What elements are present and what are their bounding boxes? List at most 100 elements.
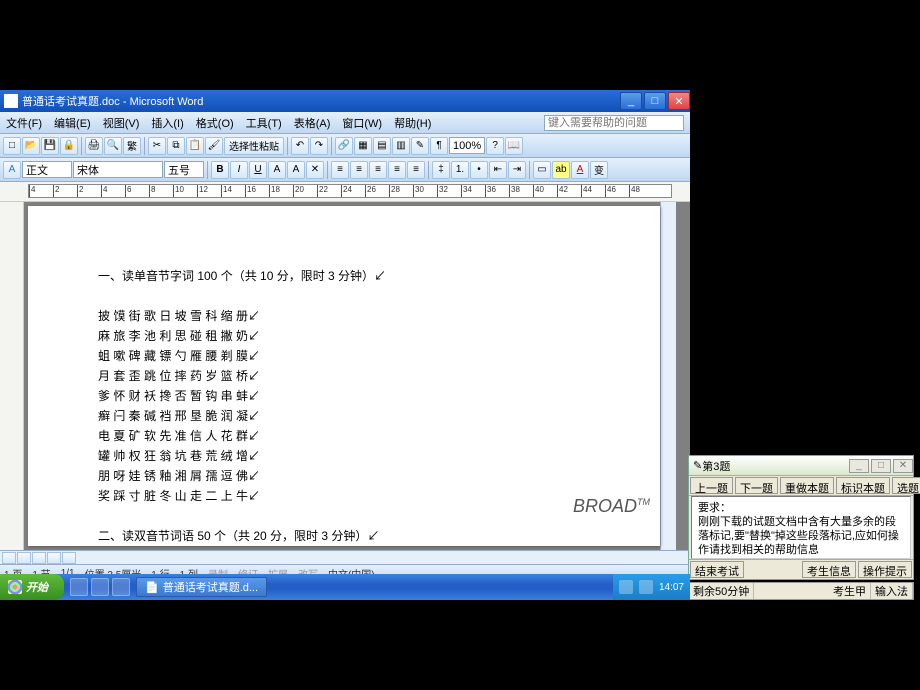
text-line: 爹 怀 财 袄 搀 否 暂 钩 串 蚌↙ — [98, 386, 640, 406]
exam-body: 要求： 刚刚下载的试题文档中含有大量多余的段落标记,要"替换"掉这些段落标记,应… — [691, 496, 911, 559]
paste-icon[interactable]: 📋 — [186, 137, 204, 155]
bullets-icon[interactable]: • — [470, 161, 488, 179]
read-mode-icon[interactable]: 📖 — [505, 137, 523, 155]
standard-toolbar: □ 📂 💾 🔒 🖨 🔍 繁 ✂ ⧉ 📋 🖌 选择性粘贴 ↶ ↷ 🔗 ▦ ▤ ▥ … — [0, 134, 690, 158]
menu-window[interactable]: 窗口(W) — [336, 115, 388, 131]
zoom-combo[interactable]: 100% — [449, 137, 485, 154]
indent-icon[interactable]: ⇥ — [508, 161, 526, 179]
maximize-button[interactable]: □ — [644, 92, 666, 110]
tab-mark[interactable]: 标识本题 — [836, 477, 890, 494]
italic-icon[interactable]: I — [230, 161, 248, 179]
normal-view-icon[interactable] — [2, 552, 16, 564]
ime-label[interactable]: 输入法 — [871, 583, 913, 599]
text-line: 奖 踩 寸 脏 冬 山 走 二 上 牛↙ — [98, 486, 640, 506]
align-left-icon[interactable]: ≡ — [331, 161, 349, 179]
style-combo[interactable]: 正文 — [22, 161, 72, 178]
task-doc-icon: 📄 — [145, 581, 159, 594]
vertical-scrollbar[interactable] — [660, 202, 676, 550]
exam-maximize-button[interactable]: □ — [871, 459, 891, 473]
columns-icon[interactable]: ▥ — [392, 137, 410, 155]
tab-redo[interactable]: 重做本题 — [780, 477, 834, 494]
print-view-icon[interactable] — [32, 552, 46, 564]
outline-view-icon[interactable] — [47, 552, 61, 564]
menu-view[interactable]: 视图(V) — [97, 115, 146, 131]
hyperlink-icon[interactable]: 🔗 — [335, 137, 353, 155]
vertical-ruler[interactable] — [0, 202, 24, 550]
web-view-icon[interactable] — [17, 552, 31, 564]
menu-file[interactable]: 文件(F) — [0, 115, 48, 131]
menu-edit[interactable]: 编辑(E) — [48, 115, 97, 131]
insert-table-icon[interactable]: ▤ — [373, 137, 391, 155]
print-icon[interactable]: 🖨 — [85, 137, 103, 155]
cut-icon[interactable]: ✂ — [148, 137, 166, 155]
menu-tools[interactable]: 工具(T) — [240, 115, 288, 131]
copy-icon[interactable]: ⧉ — [167, 137, 185, 155]
outline-icon[interactable]: A — [268, 161, 286, 179]
font-color-icon[interactable]: A — [571, 161, 589, 179]
outdent-icon[interactable]: ⇤ — [489, 161, 507, 179]
new-doc-icon[interactable]: □ — [3, 137, 21, 155]
help-search-input[interactable] — [544, 115, 684, 131]
taskbar-word-task[interactable]: 📄 普通话考试真题.d... — [136, 577, 267, 597]
styles-pane-icon[interactable]: A — [3, 161, 21, 179]
tab-prev[interactable]: 上一题 — [690, 477, 733, 494]
text-line: 电 夏 矿 软 先 准 信 人 花 群↙ — [98, 426, 640, 446]
exam-minimize-button[interactable]: _ — [849, 459, 869, 473]
text-line: 月 套 歪 跳 位 摔 药 岁 篮 桥↙ — [98, 366, 640, 386]
format-painter-icon[interactable]: 🖌 — [205, 137, 223, 155]
menu-table[interactable]: 表格(A) — [288, 115, 337, 131]
phonetic-icon[interactable]: 变 — [590, 161, 608, 179]
line-spacing-icon[interactable]: ‡ — [432, 161, 450, 179]
word-icon[interactable] — [112, 578, 130, 596]
align-justify-icon[interactable]: ≡ — [388, 161, 406, 179]
distribute-icon[interactable]: ≡ — [407, 161, 425, 179]
drawing-icon[interactable]: ✎ — [411, 137, 429, 155]
document-page[interactable]: 一、读单音节字词 100 个（共 10 分，限时 3 分钟）↙ 披 馍 街 歌 … — [28, 206, 660, 546]
save-icon[interactable]: 💾 — [41, 137, 59, 155]
end-exam-button[interactable]: 结束考试 — [690, 561, 744, 578]
highlight-icon[interactable]: ab — [552, 161, 570, 179]
strike-icon[interactable]: ✕ — [306, 161, 324, 179]
paste-special-button[interactable]: 选择性粘贴 — [224, 137, 284, 155]
menu-insert[interactable]: 插入(I) — [145, 115, 189, 131]
bold-icon[interactable]: B — [211, 161, 229, 179]
exam-body-text: 刚刚下载的试题文档中含有大量多余的段落标记,要"替换"掉这些段落标记,应如何操作… — [698, 515, 904, 557]
borders-icon[interactable]: ▭ — [533, 161, 551, 179]
text-line: 朋 呀 娃 锈 釉 湘 屑 孺 逗 佛↙ — [98, 466, 640, 486]
font-combo[interactable]: 宋体 — [73, 161, 163, 178]
open-icon[interactable]: 📂 — [22, 137, 40, 155]
tray-icon[interactable] — [639, 580, 653, 594]
size-combo[interactable]: 五号 — [164, 161, 204, 178]
align-right-icon[interactable]: ≡ — [369, 161, 387, 179]
redo-icon[interactable]: ↷ — [310, 137, 328, 155]
candidate-info-button[interactable]: 考生信息 — [802, 561, 856, 578]
exam-status-strip: 剩余50分钟 考生甲 输入法 — [688, 582, 914, 600]
numbering-icon[interactable]: 1. — [451, 161, 469, 179]
ie-icon[interactable] — [70, 578, 88, 596]
menu-format[interactable]: 格式(O) — [190, 115, 240, 131]
minimize-button[interactable]: _ — [620, 92, 642, 110]
permission-icon[interactable]: 🔒 — [60, 137, 78, 155]
traditional-icon[interactable]: 繁 — [123, 137, 141, 155]
undo-icon[interactable]: ↶ — [291, 137, 309, 155]
preview-icon[interactable]: 🔍 — [104, 137, 122, 155]
align-center-icon[interactable]: ≡ — [350, 161, 368, 179]
reading-view-icon[interactable] — [62, 552, 76, 564]
desktop-icon[interactable] — [91, 578, 109, 596]
char-border-icon[interactable]: A — [287, 161, 305, 179]
close-button[interactable]: ✕ — [668, 92, 690, 110]
tab-select[interactable]: 选题 — [892, 477, 920, 494]
start-button[interactable]: 开始 — [0, 574, 64, 600]
menu-help[interactable]: 帮助(H) — [388, 115, 437, 131]
text-line: 蛆 嗽 碑 藏 镖 勺 雁 腰 剃 膜↙ — [98, 346, 640, 366]
tray-clock: 14:07 — [659, 582, 684, 593]
operation-hint-button[interactable]: 操作提示 — [858, 561, 912, 578]
horizontal-ruler[interactable]: 4224681012141618202224262830323436384042… — [0, 182, 690, 202]
tray-icon[interactable] — [619, 580, 633, 594]
exam-close-button[interactable]: ✕ — [893, 459, 913, 473]
tab-next[interactable]: 下一题 — [735, 477, 778, 494]
show-marks-icon[interactable]: ¶ — [430, 137, 448, 155]
help-icon[interactable]: ? — [486, 137, 504, 155]
underline-icon[interactable]: U — [249, 161, 267, 179]
tables-borders-icon[interactable]: ▦ — [354, 137, 372, 155]
